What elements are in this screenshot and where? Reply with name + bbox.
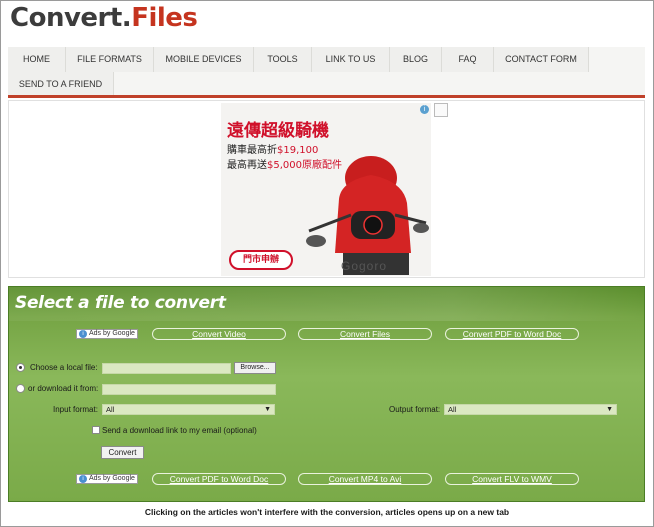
convert-button[interactable]: Convert xyxy=(101,446,144,459)
panel-title: Select a file to convert xyxy=(15,293,226,313)
nav-underline xyxy=(8,95,645,98)
link-convert-mp4-to-avi[interactable]: Convert MP4 to Avi xyxy=(298,473,432,485)
nav-contact-form[interactable]: CONTACT FORM xyxy=(494,47,589,72)
main-nav: HOME FILE FORMATS MOBILE DEVICES TOOLS L… xyxy=(8,47,645,98)
ad-info-icon: i xyxy=(79,330,87,338)
nav-link-to-us[interactable]: LINK TO US xyxy=(312,47,390,72)
download-url-input[interactable] xyxy=(102,384,276,395)
ads-by-google-bottom[interactable]: i Ads by Google xyxy=(76,474,138,484)
input-format-select[interactable]: All ▼ xyxy=(102,404,275,415)
local-file-input[interactable] xyxy=(102,363,231,374)
email-link-checkbox[interactable] xyxy=(92,426,100,434)
nav-faq[interactable]: FAQ xyxy=(442,47,494,72)
link-convert-files[interactable]: Convert Files xyxy=(298,328,432,340)
broken-image-icon xyxy=(434,103,448,117)
label-download-url: or download it from: xyxy=(28,384,99,393)
banner-ad[interactable]: i 遠傳超級騎機 購車最高折$19,100 最高再送$5,000原廠配件 門市申… xyxy=(221,103,431,276)
nav-send-to-a-friend[interactable]: SEND TO A FRIEND xyxy=(8,72,114,97)
footer-note: Clicking on the articles won't interfere… xyxy=(144,507,510,517)
logo-part1: Convert xyxy=(10,3,122,33)
ad-info-icon: i xyxy=(79,475,87,483)
label-local-file: Choose a local file: xyxy=(30,363,98,372)
nav-blog[interactable]: BLOG xyxy=(390,47,442,72)
ads-by-google-label: Ads by Google xyxy=(89,330,135,337)
input-format-value: All xyxy=(106,405,115,414)
label-email-link: Send a download link to my email (option… xyxy=(102,426,257,435)
nav-home[interactable]: HOME xyxy=(8,47,66,72)
logo-part2: Files xyxy=(131,3,198,33)
converter-panel: Select a file to convert i Ads by Google … xyxy=(8,286,645,502)
browse-button[interactable]: Browse... xyxy=(234,362,276,374)
ad-brand: Gogoro xyxy=(341,259,388,273)
nav-tools[interactable]: TOOLS xyxy=(254,47,312,72)
logo-dot: . xyxy=(121,3,132,33)
output-format-select[interactable]: All ▼ xyxy=(444,404,617,415)
radio-download-url[interactable] xyxy=(16,384,25,393)
ads-by-google-label: Ads by Google xyxy=(89,475,135,482)
ad-cta-button[interactable]: 門市申辦 xyxy=(229,250,293,270)
output-format-value: All xyxy=(448,405,457,414)
nav-file-formats[interactable]: FILE FORMATS xyxy=(66,47,154,72)
link-convert-pdf-to-word-bottom[interactable]: Convert PDF to Word Doc xyxy=(152,473,286,485)
ads-by-google-top[interactable]: i Ads by Google xyxy=(76,329,138,339)
radio-local-file[interactable] xyxy=(16,363,25,372)
link-convert-pdf-to-word-top[interactable]: Convert PDF to Word Doc xyxy=(445,328,579,340)
link-convert-flv-to-wmv[interactable]: Convert FLV to WMV xyxy=(445,473,579,485)
link-convert-video[interactable]: Convert Video xyxy=(152,328,286,340)
chevron-down-icon: ▼ xyxy=(606,406,613,413)
site-logo[interactable]: Convert.Files xyxy=(10,3,198,33)
label-input-format: Input format: xyxy=(53,405,98,414)
chevron-down-icon: ▼ xyxy=(264,406,271,413)
label-output-format: Output format: xyxy=(389,405,441,414)
nav-mobile-devices[interactable]: MOBILE DEVICES xyxy=(154,47,254,72)
